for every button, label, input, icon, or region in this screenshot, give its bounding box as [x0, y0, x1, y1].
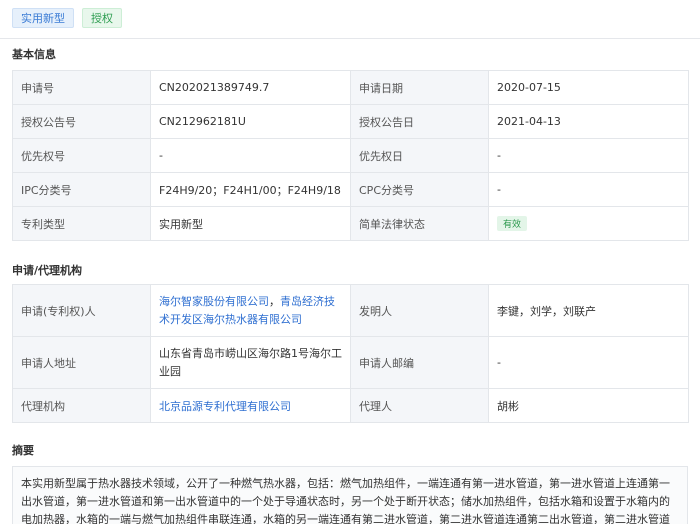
- legal-status-badge: 有效: [497, 216, 528, 231]
- ipc-class-label: IPC分类号: [12, 172, 151, 207]
- priority-number-label: 优先权号: [12, 138, 151, 173]
- cpc-class-label: CPC分类号: [350, 172, 489, 207]
- applicant-postcode-label: 申请人邮编: [350, 336, 489, 389]
- table-row: 申请人地址 山东省青岛市崂山区海尔路1号海尔工业园 申请人邮编 -: [12, 336, 689, 389]
- applicant-label: 申请(专利权)人: [12, 284, 151, 337]
- applicant-separator: ，: [269, 294, 280, 308]
- agent-value: 胡彬: [488, 388, 689, 423]
- patent-type-value: 实用新型: [150, 206, 351, 241]
- grant-number-label: 授权公告号: [12, 104, 151, 139]
- patent-type-label: 专利类型: [12, 206, 151, 241]
- section-title-agency: 申请/代理机构: [12, 264, 83, 277]
- inventor-label: 发明人: [350, 284, 489, 337]
- table-row: 代理机构 北京品源专利代理有限公司 代理人 胡彬: [12, 388, 689, 423]
- ipc-class-value: F24H9/20；F24H1/00；F24H9/18: [150, 172, 351, 207]
- application-number-value: CN202021389749.7: [150, 70, 351, 105]
- agent-label: 代理人: [350, 388, 489, 423]
- legal-status-cell: 有效: [488, 206, 689, 241]
- header-divider: [0, 38, 700, 39]
- patent-type-tag: 实用新型: [12, 8, 74, 28]
- table-row: 专利类型 实用新型 简单法律状态 有效: [12, 206, 689, 241]
- table-row: 授权公告号 CN212962181U 授权公告日 2021-04-13: [12, 104, 689, 139]
- agency-link[interactable]: 北京品源专利代理有限公司: [159, 400, 291, 413]
- basic-info-table: 申请号 CN202021389749.7 申请日期 2020-07-15 授权公…: [12, 70, 689, 241]
- priority-number-value: -: [150, 138, 351, 173]
- table-row: 优先权号 - 优先权日 -: [12, 138, 689, 173]
- application-number-label: 申请号: [12, 70, 151, 105]
- abstract-text: 本实用新型属于热水器技术领域，公开了一种燃气热水器，包括：燃气加热组件，一端连通…: [12, 466, 688, 524]
- section-title-abstract: 摘要: [12, 444, 34, 457]
- grant-date-label: 授权公告日: [350, 104, 489, 139]
- agency-cell: 北京品源专利代理有限公司: [150, 388, 351, 423]
- applicant-postcode-value: -: [488, 336, 689, 389]
- applicant-cell: 海尔智家股份有限公司，青岛经济技术开发区海尔热水器有限公司: [150, 284, 351, 337]
- agency-table: 申请(专利权)人 海尔智家股份有限公司，青岛经济技术开发区海尔热水器有限公司 发…: [12, 284, 689, 423]
- grant-number-value: CN212962181U: [150, 104, 351, 139]
- table-row: 申请号 CN202021389749.7 申请日期 2020-07-15: [12, 70, 689, 105]
- applicant-link-1[interactable]: 海尔智家股份有限公司: [159, 295, 269, 308]
- priority-date-label: 优先权日: [350, 138, 489, 173]
- inventor-value: 李键，刘学，刘联产: [488, 284, 689, 337]
- patent-tags: 实用新型 授权: [12, 8, 122, 28]
- priority-date-value: -: [488, 138, 689, 173]
- table-row: 申请(专利权)人 海尔智家股份有限公司，青岛经济技术开发区海尔热水器有限公司 发…: [12, 284, 689, 337]
- application-date-label: 申请日期: [350, 70, 489, 105]
- applicant-address-value: 山东省青岛市崂山区海尔路1号海尔工业园: [150, 336, 351, 389]
- grant-date-value: 2021-04-13: [488, 104, 689, 139]
- section-title-basic-info: 基本信息: [12, 48, 56, 61]
- legal-status-label: 简单法律状态: [350, 206, 489, 241]
- cpc-class-value: -: [488, 172, 689, 207]
- application-date-value: 2020-07-15: [488, 70, 689, 105]
- patent-status-tag: 授权: [82, 8, 122, 28]
- agency-label: 代理机构: [12, 388, 151, 423]
- applicant-address-label: 申请人地址: [12, 336, 151, 389]
- table-row: IPC分类号 F24H9/20；F24H1/00；F24H9/18 CPC分类号…: [12, 172, 689, 207]
